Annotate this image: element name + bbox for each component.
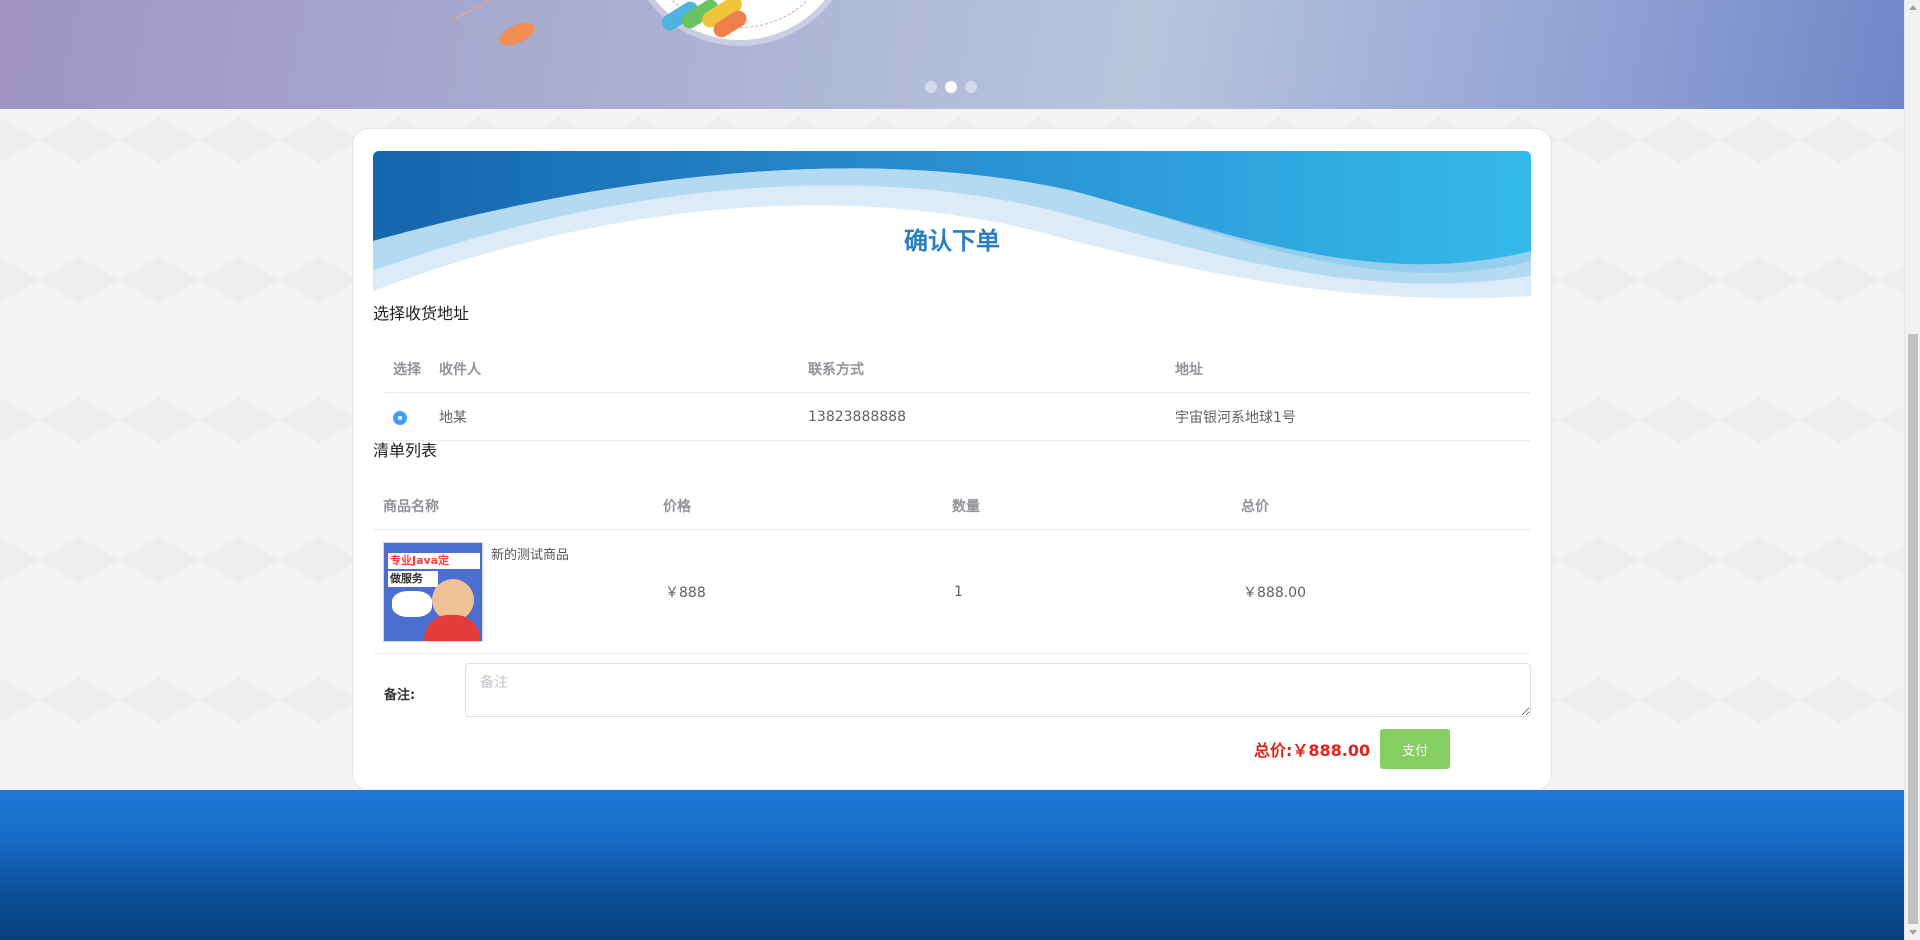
address-table-header: 选择 收件人 联系方式 地址: [383, 345, 1531, 393]
table-row: 专业Java定 做服务 新的测试商品 ￥888 1 ￥888.00: [373, 530, 1531, 654]
column-header-recipient: 收件人: [439, 361, 481, 378]
remark-label: 备注:: [384, 688, 416, 703]
thumbnail-caption-2: 做服务: [388, 570, 438, 587]
address-table: 选择 收件人 联系方式 地址 地某 13823888888 宇宙银河系地球1号: [383, 345, 1531, 441]
pay-button[interactable]: 支付: [1380, 729, 1451, 769]
remark-input[interactable]: [465, 663, 1531, 717]
page-title: 确认下单: [904, 227, 1000, 255]
banner-carousel[interactable]: [0, 0, 1904, 109]
page-footer: [0, 790, 1904, 940]
address-section-title: 选择收货地址: [373, 304, 470, 323]
column-header-phone: 联系方式: [808, 361, 864, 378]
goods-table: 商品名称 价格 数量 总价 专业Java定 做服务 新的测试商品 ￥888 1 …: [373, 482, 1531, 654]
quantity-cell: 1: [954, 583, 963, 600]
banner-decoration-line: [453, 0, 533, 21]
column-header-total: 总价: [1241, 498, 1269, 515]
scroll-down-icon[interactable]: [1909, 930, 1917, 935]
banner-decoration-blob: [495, 17, 539, 51]
phone-cell: 13823888888: [808, 408, 906, 425]
product-info: 专业Java定 做服务 新的测试商品: [383, 541, 663, 642]
total-cell: ￥888.00: [1243, 584, 1306, 601]
scroll-up-icon[interactable]: [1909, 5, 1917, 10]
column-header-price: 价格: [663, 498, 691, 515]
table-row[interactable]: 地某 13823888888 宇宙银河系地球1号: [383, 393, 1531, 441]
product-name: 新的测试商品: [491, 547, 570, 563]
recipient-cell: 地某: [439, 409, 467, 426]
goods-section-title: 清单列表: [373, 441, 438, 460]
scrollbar-thumb[interactable]: [1908, 334, 1918, 924]
column-header-select: 选择: [393, 361, 421, 378]
thumbnail-caption: 专业Java定: [388, 552, 480, 569]
product-cell: 专业Java定 做服务 新的测试商品: [373, 541, 663, 642]
address-cell: 宇宙银河系地球1号: [1175, 409, 1296, 426]
carousel-indicators: [925, 81, 977, 93]
carousel-dot-2[interactable]: [945, 81, 957, 93]
price-cell: ￥888: [665, 584, 706, 601]
total-price: 总价:￥888.00: [1254, 741, 1371, 760]
order-summary: 总价:￥888.00 支付: [1254, 729, 1451, 769]
thumbnail-bubble: [392, 590, 432, 617]
column-header-product: 商品名称: [383, 498, 439, 515]
goods-table-header: 商品名称 价格 数量 总价: [373, 482, 1531, 530]
address-select-cell: [383, 408, 439, 425]
order-header-banner: 确认下单: [373, 151, 1531, 301]
column-header-address: 地址: [1175, 361, 1203, 378]
address-radio[interactable]: [393, 411, 407, 425]
page-scrollbar[interactable]: [1904, 0, 1920, 940]
column-header-quantity: 数量: [952, 498, 980, 515]
thumbnail-shirt: [424, 614, 480, 641]
carousel-dot-3[interactable]: [965, 81, 977, 93]
product-thumbnail[interactable]: 专业Java定 做服务: [383, 541, 483, 642]
carousel-dot-1[interactable]: [925, 81, 937, 93]
